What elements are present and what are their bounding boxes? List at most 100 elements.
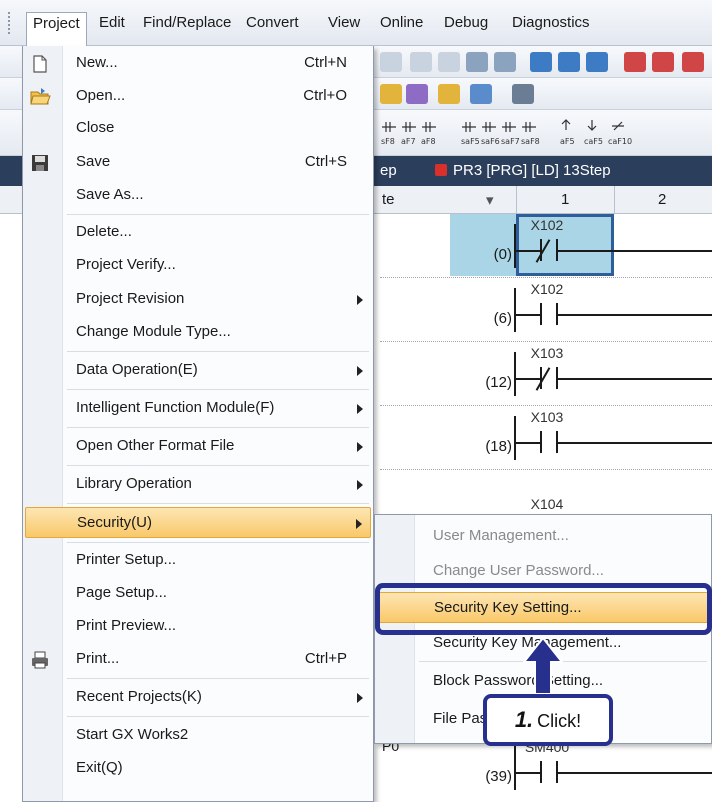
step-number: (12) xyxy=(485,374,512,391)
device-label: X103 xyxy=(530,409,564,425)
cut-icon[interactable] xyxy=(380,52,402,72)
menu-label: Open Other Format File xyxy=(76,437,235,454)
menu-item-page-setup[interactable]: Page Setup... xyxy=(23,578,373,609)
device-batch-icon[interactable] xyxy=(558,52,580,72)
dev-display-icon[interactable] xyxy=(470,84,492,104)
submenu-arrow-icon xyxy=(357,442,363,452)
menu-online[interactable]: Online xyxy=(374,12,429,36)
program-icon xyxy=(435,164,447,176)
menu-item-close[interactable]: Close xyxy=(23,113,373,144)
device-label: X103 xyxy=(530,345,564,361)
menu-label: Project Verify... xyxy=(76,256,176,273)
menu-item-start-gx-works2[interactable]: Start GX Works2 xyxy=(23,720,373,751)
ladder-rung[interactable]: (12) X103 xyxy=(380,342,712,406)
printer-icon xyxy=(32,651,48,669)
menu-shortcut: Ctrl+P xyxy=(304,650,347,667)
menu-shortcut: Ctrl+N xyxy=(304,54,347,71)
ladder-rung[interactable]: (0) X102 xyxy=(380,214,712,278)
device-label: X102 xyxy=(530,281,564,297)
menu-item-print[interactable]: Print... Ctrl+P xyxy=(23,644,373,675)
svg-text:caF10: caF10 xyxy=(608,137,632,146)
menu-project[interactable]: Project xyxy=(26,12,87,47)
device-list-icon[interactable] xyxy=(586,52,608,72)
tab-previous[interactable]: ep xyxy=(380,162,397,179)
tab-pr3-program[interactable]: PR3 [PRG] [LD] 13Step xyxy=(435,162,611,179)
arrow-up-icon xyxy=(522,636,564,695)
submenu-arrow-icon xyxy=(357,366,363,376)
toolbar-grip[interactable] xyxy=(8,12,11,34)
tab-pr3-label: PR3 [PRG] [LD] 13Step xyxy=(453,162,611,179)
menu-label: Intelligent Function Module(F) xyxy=(76,399,275,416)
menu-diagnostics[interactable]: Diagnostics xyxy=(506,12,596,36)
menu-edit[interactable]: Edit xyxy=(93,12,131,36)
menu-item-intelligent-function-module[interactable]: Intelligent Function Module(F) xyxy=(23,393,373,424)
menu-item-save-as[interactable]: Save As... xyxy=(23,180,373,211)
menu-label: Recent Projects(K) xyxy=(76,688,202,705)
menu-item-recent-projects[interactable]: Recent Projects(K) xyxy=(23,682,373,713)
monitor-icon[interactable] xyxy=(438,84,460,104)
menu-shortcut: Ctrl+S xyxy=(304,153,347,170)
svg-text:sF8: sF8 xyxy=(381,137,395,146)
submenu-label: Change User Password... xyxy=(433,562,604,579)
read-plc-icon[interactable] xyxy=(652,52,674,72)
paste-icon[interactable] xyxy=(438,52,460,72)
undo-icon[interactable] xyxy=(466,52,488,72)
menu-item-printer-setup[interactable]: Printer Setup... xyxy=(23,545,373,576)
menu-debug[interactable]: Debug xyxy=(438,12,494,36)
svg-text:aF5: aF5 xyxy=(560,137,575,146)
step-number: (18) xyxy=(485,438,512,455)
submenu-item-user-management[interactable]: User Management... xyxy=(375,521,711,552)
menu-label: Close xyxy=(76,119,115,136)
menu-shortcut: Ctrl+O xyxy=(303,87,347,104)
search-device-icon[interactable] xyxy=(512,84,534,104)
highlight-box xyxy=(375,583,712,635)
menu-item-security[interactable]: Security(U) xyxy=(25,507,371,538)
verify-plc-icon[interactable] xyxy=(682,52,704,72)
menu-item-change-module-type[interactable]: Change Module Type... xyxy=(23,317,373,348)
copy-icon[interactable] xyxy=(410,52,432,72)
menu-item-open[interactable]: Open... Ctrl+O xyxy=(23,81,373,112)
ladder-symbols-icon[interactable]: sF8 aF7 aF8 saF5 saF6 saF7 saF8 aF5 caF5 caF10 xyxy=(380,114,712,154)
chevron-down-icon[interactable]: ▾ xyxy=(486,191,494,209)
ladder-rung[interactable]: (6) X102 xyxy=(380,278,712,342)
menu-label: New... xyxy=(76,54,118,71)
menu-item-project-revision[interactable]: Project Revision xyxy=(23,284,373,315)
device-icon[interactable] xyxy=(530,52,552,72)
menu-label: Print Preview... xyxy=(76,617,177,634)
menu-label: Delete... xyxy=(76,223,132,240)
submenu-arrow-icon xyxy=(357,480,363,490)
bit-icon[interactable] xyxy=(380,84,402,104)
write-plc-icon[interactable] xyxy=(624,52,646,72)
submenu-arrow-icon xyxy=(357,693,363,703)
menu-item-print-preview[interactable]: Print Preview... xyxy=(23,611,373,642)
svg-text:aF8: aF8 xyxy=(421,137,436,146)
word-icon[interactable] xyxy=(406,84,428,104)
no-contact-icon xyxy=(540,431,542,453)
menu-label: Exit(Q) xyxy=(76,759,123,776)
submenu-label: Block Password Setting... xyxy=(433,672,604,689)
column-header-1: 1 xyxy=(561,191,570,208)
click-callout: 1. Click! xyxy=(483,694,613,746)
menu-item-project-verify[interactable]: Project Verify... xyxy=(23,250,373,281)
step-number: (39) xyxy=(485,768,512,785)
column-header-2: 2 xyxy=(658,191,667,208)
menu-label: Start GX Works2 xyxy=(76,726,189,743)
menu-label: Save xyxy=(76,153,111,170)
menu-bar: Project Edit Find/Replace Convert View O… xyxy=(0,0,712,47)
menu-item-exit[interactable]: Exit(Q) xyxy=(23,753,373,784)
menu-item-data-operation[interactable]: Data Operation(E) xyxy=(23,355,373,386)
menu-convert[interactable]: Convert xyxy=(240,12,305,36)
menu-item-save[interactable]: Save Ctrl+S xyxy=(23,147,373,178)
ladder-rung[interactable]: (18) X103 xyxy=(380,406,712,470)
redo-icon[interactable] xyxy=(494,52,516,72)
menu-item-open-other-format-file[interactable]: Open Other Format File xyxy=(23,431,373,462)
svg-text:saF5: saF5 xyxy=(461,137,480,146)
menu-item-new[interactable]: New... Ctrl+N xyxy=(23,48,373,79)
svg-text:saF8: saF8 xyxy=(521,137,540,146)
device-label: X104 xyxy=(530,496,564,512)
menu-item-delete[interactable]: Delete... xyxy=(23,217,373,248)
menu-item-library-operation[interactable]: Library Operation xyxy=(23,469,373,500)
menu-view[interactable]: View xyxy=(322,12,366,36)
menu-label: Change Module Type... xyxy=(76,323,231,340)
menu-find-replace[interactable]: Find/Replace xyxy=(137,12,237,36)
